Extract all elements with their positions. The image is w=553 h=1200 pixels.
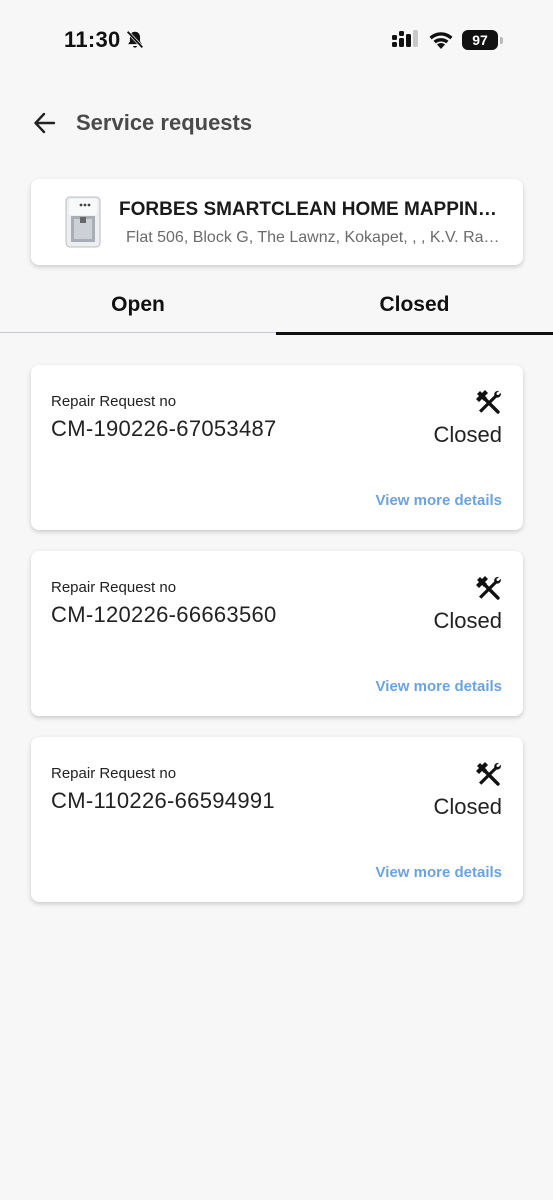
tools-icon [476,390,501,414]
request-label: Repair Request no [51,579,177,596]
status-time: 11:30 [64,27,121,52]
tools-icon [476,576,501,600]
battery-indicator: 97 [462,30,498,50]
status-text: Closed [433,422,502,447]
view-more-details-link[interactable]: View more details [376,492,502,509]
product-card[interactable]: FORBES SMARTCLEAN HOME MAPPING ROBOTIC V… [31,179,523,265]
request-number: CM-110226-66594991 [51,788,275,813]
tab-open[interactable]: Open [0,280,276,333]
product-address: Flat 506, Block G, The Lawnz, Kokapet, ,… [126,229,504,246]
wifi-icon [429,32,453,49]
product-name: FORBES SMARTCLEAN HOME MAPPING ROBOTIC V… [119,199,511,220]
tab-closed[interactable]: Closed [276,280,553,335]
battery-nub [500,37,503,44]
request-card[interactable]: Repair Request no CM-120226-66663560 Clo… [31,551,523,716]
view-more-details-link[interactable]: View more details [376,864,502,881]
tools-icon [476,762,501,786]
request-card[interactable]: Repair Request no CM-110226-66594991 Clo… [31,737,523,902]
request-card[interactable]: Repair Request no CM-190226-67053487 Clo… [31,365,523,530]
arrow-left-icon[interactable] [32,110,58,136]
request-label: Repair Request no [51,393,177,410]
view-more-details-link[interactable]: View more details [376,678,502,695]
status-text: Closed [433,608,502,633]
status-bar: 11:30 97 [0,0,553,80]
page-title: Service requests [76,110,253,135]
header: Service requests [0,100,553,148]
bell-muted-icon [126,30,144,49]
cellular-signal-icon [392,30,418,47]
request-tabs: Open Closed [0,280,553,335]
request-number: CM-190226-67053487 [51,416,277,441]
request-label: Repair Request no [51,765,177,782]
status-text: Closed [433,794,502,819]
product-image [65,196,101,248]
request-number: CM-120226-66663560 [51,602,277,627]
